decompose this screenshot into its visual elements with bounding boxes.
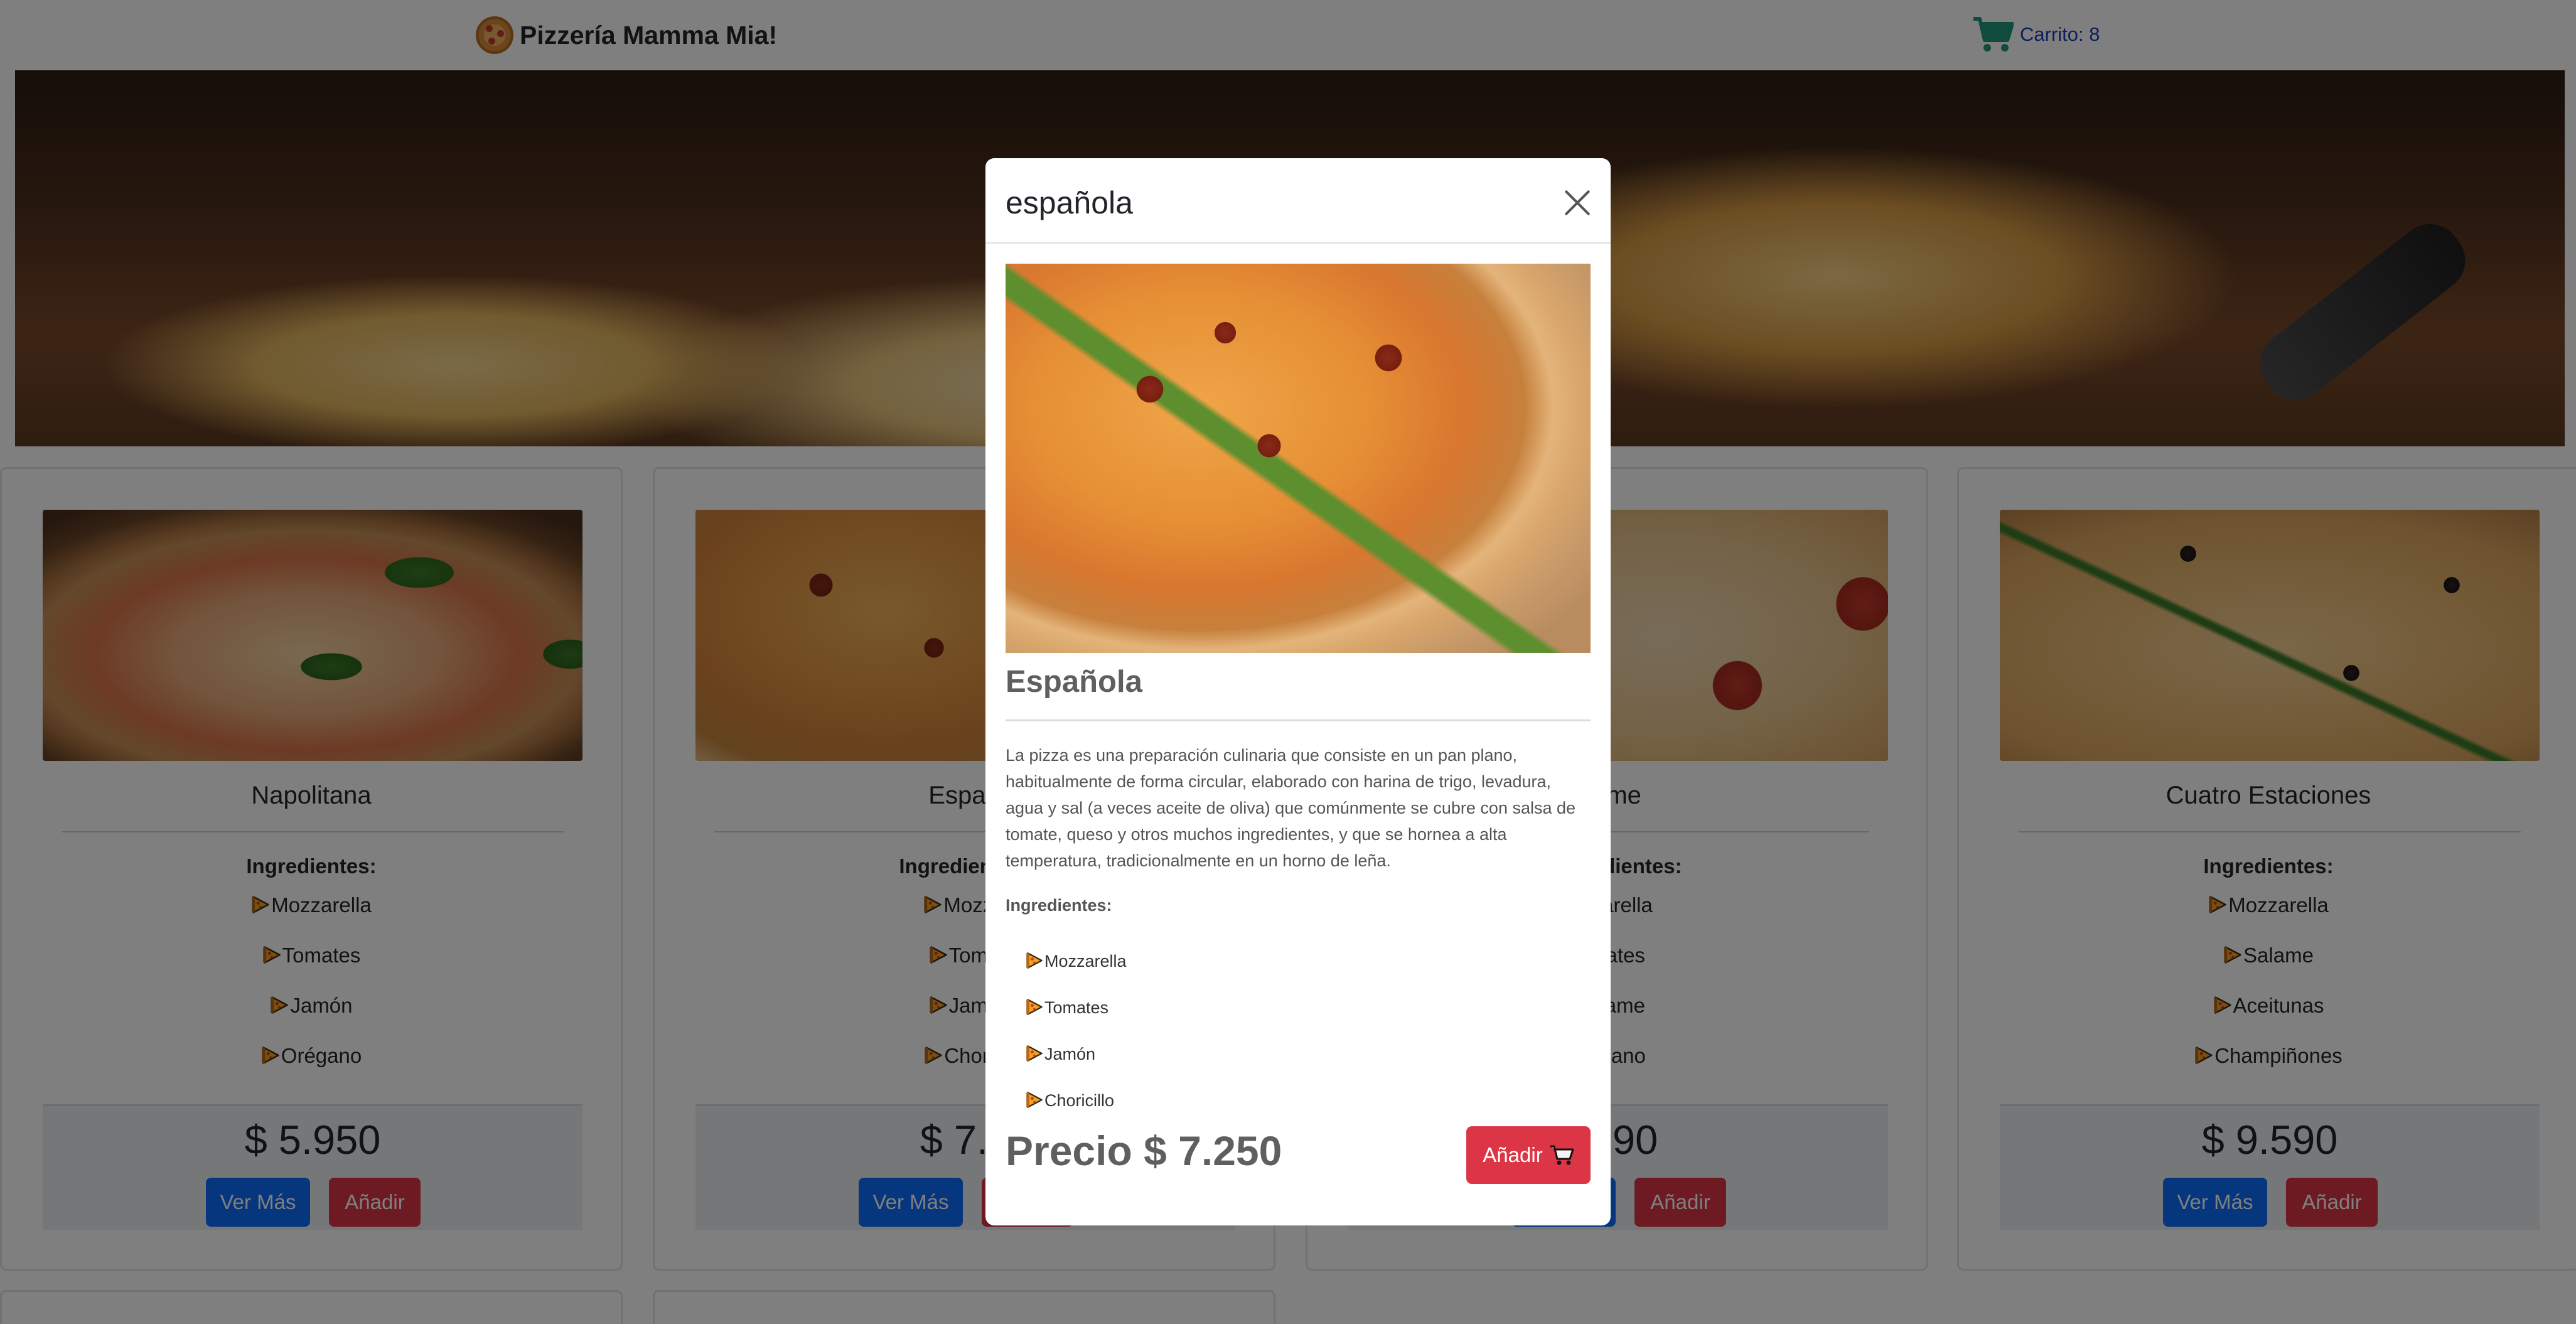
pizza-slice-icon: [1026, 1091, 1043, 1109]
modal-header-divider: [985, 242, 1611, 244]
divider: [1006, 719, 1591, 721]
pizza-slice-icon: [1026, 952, 1043, 969]
pizza-detail-modal: española Española La pizza es una prepar…: [985, 158, 1611, 1225]
cart-icon: [1550, 1145, 1574, 1165]
modal-price: Precio $ 7.250: [1006, 1128, 1282, 1174]
pizza-name: Española: [1006, 665, 1142, 699]
pizza-description: La pizza es una preparación culinaria qu…: [1006, 746, 1576, 870]
pizza-slice-icon: [1026, 998, 1043, 1016]
ingredient-item: Tomates: [1026, 998, 1108, 1018]
close-icon[interactable]: [1563, 188, 1592, 217]
ingredients-label: Ingredientes:: [1006, 896, 1112, 915]
modal-title: española: [1006, 185, 1133, 220]
ingredient-item: Jamón: [1026, 1045, 1095, 1064]
add-to-cart-button[interactable]: Añadir: [1466, 1126, 1591, 1184]
pizza-slice-icon: [1026, 1045, 1043, 1062]
page: Pizzería Mamma Mia! Carrito: 8 Napolitan…: [0, 0, 2576, 1324]
pizza-image: [1006, 264, 1591, 653]
ingredient-item: Choricillo: [1026, 1091, 1114, 1111]
ingredient-item: Mozzarella: [1026, 952, 1127, 971]
add-button-label: Añadir: [1483, 1143, 1543, 1166]
